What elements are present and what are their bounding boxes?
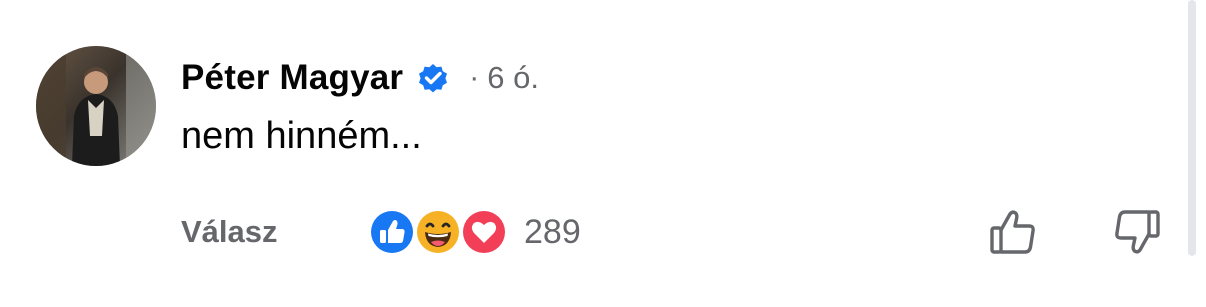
reaction-count: 289 xyxy=(524,213,581,251)
author-name[interactable]: Péter Magyar xyxy=(181,58,403,98)
separator-dot: · xyxy=(469,61,480,94)
comment-item: Péter Magyar · 6 ó. nem hinném... Válasz xyxy=(0,0,1206,307)
like-icon xyxy=(369,209,415,255)
thumbs-up-outline-icon xyxy=(990,210,1035,254)
thumbs-down-outline-icon xyxy=(1115,210,1160,254)
scrollbar[interactable] xyxy=(1188,0,1196,256)
reactions-summary[interactable]: 289 xyxy=(368,206,581,258)
comment-header: Péter Magyar · 6 ó. xyxy=(181,55,539,101)
thumbs-down-button[interactable] xyxy=(1108,206,1164,258)
thumbs-up-button[interactable] xyxy=(986,206,1042,258)
comment-body: nem hinném... xyxy=(181,115,422,157)
avatar[interactable] xyxy=(36,46,156,166)
reply-button[interactable]: Válasz xyxy=(181,212,278,252)
verified-badge-icon xyxy=(415,60,451,96)
comment-timestamp[interactable]: 6 ó. xyxy=(487,60,539,96)
love-icon xyxy=(461,209,507,255)
haha-icon xyxy=(415,209,461,255)
reaction-icons xyxy=(368,206,516,258)
